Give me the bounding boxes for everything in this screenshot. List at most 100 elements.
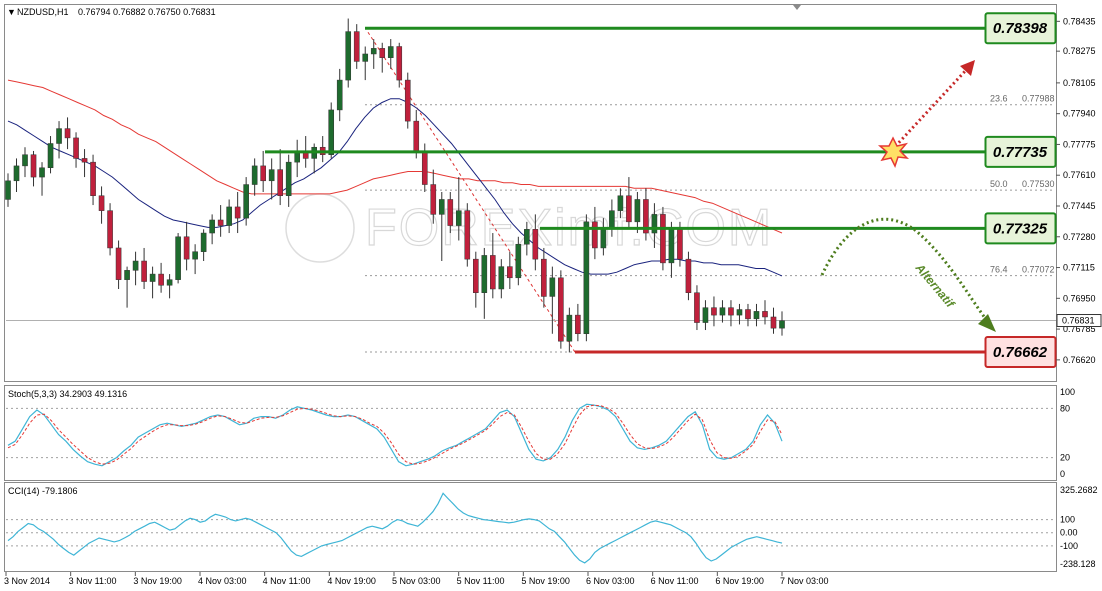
cci-tick-label: 100 [1060, 515, 1075, 525]
stoch-tick-label: 100 [1060, 387, 1075, 397]
candle-bear [685, 258, 692, 293]
time-axis: 3 Nov 2014 3 Nov 11:00 3 Nov 19:00 4 Nov 03… [4, 572, 829, 586]
current-price-label: 0.76831 [1062, 316, 1095, 326]
candle-bear [413, 120, 420, 152]
time-tick-label: 5 Nov 03:00 [392, 576, 441, 586]
candle-bull [285, 161, 292, 196]
price-tick-label: 0.77280 [1063, 232, 1096, 242]
price-tick-label: 0.77115 [1063, 263, 1095, 273]
candle-bear [353, 31, 360, 62]
candle-bull [609, 210, 615, 230]
cci-tick-label: 0.00 [1060, 528, 1078, 538]
candle-bear [490, 255, 496, 290]
stoch-panel-frame [4, 385, 1057, 481]
price-tick-label: 0.76620 [1063, 355, 1096, 365]
candle-bull [753, 311, 760, 320]
candle-bull [566, 314, 573, 342]
stoch-tick-label: 20 [1060, 453, 1070, 463]
price-tick-label: 0.78275 [1063, 46, 1096, 56]
candle-bear [81, 158, 88, 163]
cci-tick-label: 325.2682 [1060, 485, 1098, 495]
candle-bear [98, 195, 105, 211]
price-tick-label: 0.77445 [1063, 201, 1096, 211]
price-tick-label: 0.78105 [1063, 78, 1096, 88]
time-tick-label: 6 Nov 03:00 [586, 576, 635, 586]
symbol-icon[interactable]: ▼ [7, 7, 16, 17]
candle-bull [13, 165, 20, 182]
candle-bull [56, 128, 62, 144]
candle-bear [507, 266, 513, 279]
fibo-price: 0.77072 [1022, 265, 1055, 275]
level-box-value: 0.77735 [993, 144, 1048, 161]
price-tick-label: 0.76950 [1063, 293, 1096, 303]
candle-bear [694, 292, 700, 323]
candle-bull [719, 307, 726, 316]
candle-bull [166, 279, 173, 286]
candle-bear [430, 184, 437, 215]
candle-bull [736, 309, 743, 316]
candle-bear [183, 236, 190, 260]
candle-bull [455, 210, 462, 226]
cci-panel-frame [4, 482, 1057, 572]
candle-bear [447, 199, 454, 226]
candle-bull [600, 229, 607, 249]
candle-bull [5, 180, 11, 200]
candle-bear [558, 277, 564, 342]
candle-bull [328, 109, 335, 155]
candle-bull [22, 154, 28, 167]
price-tick-label: 0.78435 [1063, 16, 1096, 26]
candle-bear [626, 195, 632, 223]
candle-bear [473, 258, 479, 293]
main-panel-frame [4, 4, 1057, 382]
candle-bear [260, 165, 266, 182]
symbol-label: NZDUSD,H1 [17, 7, 69, 17]
time-tick-label: 4 Nov 03:00 [198, 576, 247, 586]
candle-bear [770, 316, 777, 329]
candle-bear [464, 210, 471, 260]
candle-bull [651, 214, 658, 234]
cci-tick-label: -238.128 [1060, 559, 1096, 569]
candle-bear [158, 273, 164, 286]
candle-bull [481, 255, 488, 293]
time-tick-label: 5 Nov 19:00 [521, 576, 570, 586]
ohlc-values: 0.76794 0.76882 0.76750 0.76831 [78, 7, 216, 17]
time-tick-label: 3 Nov 19:00 [133, 576, 182, 586]
candle-bull [779, 320, 785, 329]
candle-bull [387, 46, 394, 58]
candle-bull [47, 143, 54, 169]
candle-bear [575, 314, 581, 335]
candle-bull [702, 307, 709, 323]
time-tick-label: 6 Nov 11:00 [651, 576, 699, 586]
time-tick-label: 7 Nov 03:00 [780, 576, 829, 586]
candle-bear [234, 206, 241, 219]
price-tick-label: 0.77610 [1063, 170, 1096, 180]
candle-bull [336, 79, 343, 111]
candle-bull [345, 31, 352, 81]
candle-bull [549, 277, 556, 297]
candle-bull [192, 251, 198, 260]
candle-bear [541, 258, 547, 297]
price-axis: 0.78435 0.78275 0.78105 0.77940 0.77775 0.776… [1056, 16, 1102, 365]
candle-bear [762, 311, 768, 318]
stoch-tick-label: 0 [1060, 469, 1065, 479]
stoch-tick-label: 80 [1060, 403, 1070, 413]
candle-bear [141, 260, 147, 282]
candle-bear [592, 221, 598, 249]
candle-bear [64, 128, 71, 139]
candle-bull [617, 195, 624, 211]
candle-bear [277, 169, 283, 196]
candle-bull [243, 184, 249, 219]
candle-bear [396, 46, 403, 81]
candle-bear [677, 229, 683, 260]
candle-bull [209, 219, 215, 234]
time-tick-label: 3 Nov 2014 [4, 576, 50, 586]
candle-bear [745, 309, 751, 320]
fibo-ratio: 76.4 [990, 265, 1008, 275]
time-tick-label: 4 Nov 19:00 [327, 576, 376, 586]
candle-bear [30, 154, 37, 178]
fibo-ratio: 23.6 [990, 94, 1008, 104]
candle-bull [175, 236, 181, 280]
candle-bull [200, 232, 207, 252]
candle-bear [660, 214, 666, 264]
price-tick-label: 0.77775 [1063, 139, 1096, 149]
